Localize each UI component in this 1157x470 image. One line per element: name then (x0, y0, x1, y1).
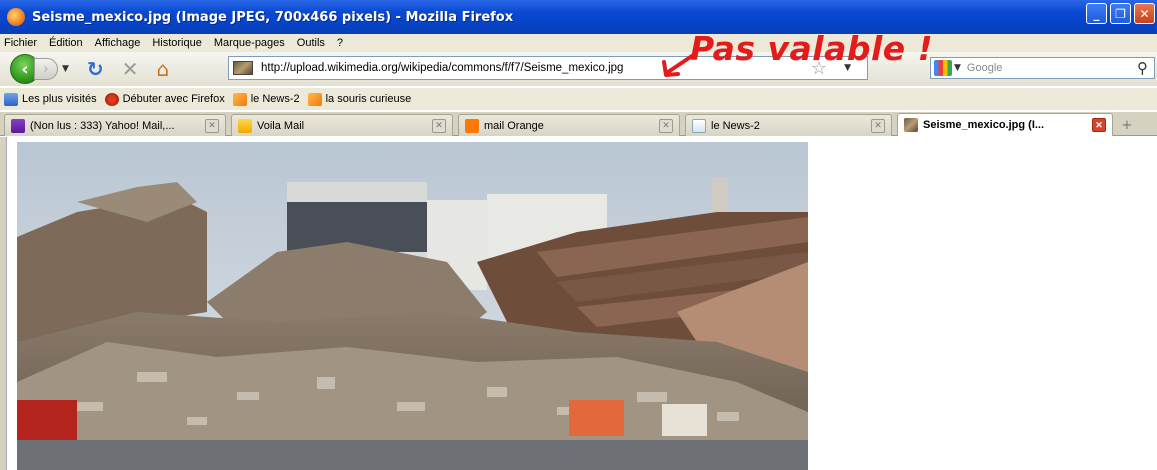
menu-fichier[interactable]: Fichier (4, 37, 37, 49)
sidebar-edge (0, 137, 7, 470)
tab-label: le News-2 (711, 119, 760, 132)
bookmark-label: Les plus visités (22, 93, 97, 105)
tab-voila-mail[interactable]: Voila Mail ✕ (231, 114, 453, 136)
rss-icon (232, 92, 247, 106)
tab-mail-orange[interactable]: mail Orange ✕ (458, 114, 680, 136)
tab-close-icon[interactable]: ✕ (659, 118, 673, 133)
firefox-logo-icon (7, 8, 25, 26)
reload-icon[interactable]: ↻ (87, 57, 104, 81)
rss-icon (307, 92, 322, 106)
title-bar: Seisme_mexico.jpg (Image JPEG, 700x466 p… (0, 0, 1157, 34)
bookmark-label: le News-2 (250, 93, 300, 105)
bookmark-label: la souris curieuse (325, 93, 412, 105)
bookmark-le-news-2[interactable]: le News-2 (232, 92, 300, 106)
tab-bar: (Non lus : 333) Yahoo! Mail,... ✕ Voila … (0, 112, 1157, 136)
bookmark-label: Débuter avec Firefox (122, 93, 225, 105)
tab-close-icon[interactable]: ✕ (871, 118, 885, 133)
voila-icon (238, 118, 252, 133)
navigation-toolbar: ‹ › ▼ ↻ ✕ ⌂ http://upload.wikimedia.org/… (0, 52, 1157, 86)
orange-icon (465, 118, 479, 133)
search-engine-dropdown-icon[interactable]: ▼ (954, 63, 961, 73)
menu-marque-pages[interactable]: Marque-pages (214, 37, 285, 49)
browser-window: Seisme_mexico.jpg (Image JPEG, 700x466 p… (0, 0, 1157, 470)
maximize-button[interactable]: ❐ (1110, 3, 1131, 24)
close-button[interactable]: ✕ (1134, 3, 1155, 24)
tab-le-news-2[interactable]: le News-2 ✕ (685, 114, 892, 136)
menu-edition[interactable]: Édition (49, 37, 83, 49)
content-area (0, 137, 1157, 470)
menu-historique[interactable]: Historique (152, 37, 202, 49)
search-input[interactable]: Google (967, 62, 1002, 74)
folder-icon (4, 92, 18, 106)
history-dropdown-icon[interactable]: ▼ (62, 64, 69, 74)
bookmarks-toolbar: Les plus visités Débuter avec Firefox le… (0, 88, 1157, 110)
window-controls: _ ❐ ✕ (1086, 3, 1155, 24)
tab-close-icon[interactable]: ✕ (1092, 118, 1106, 132)
new-tab-icon[interactable]: + (1118, 116, 1136, 134)
tab-label: Voila Mail (257, 119, 305, 132)
search-icon[interactable]: ⚲ (1137, 59, 1148, 77)
menu-aide[interactable]: ? (337, 37, 343, 49)
url-text[interactable]: http://upload.wikimedia.org/wikipedia/co… (261, 62, 623, 74)
window-title: Seisme_mexico.jpg (Image JPEG, 700x466 p… (32, 9, 514, 25)
menu-bar: Fichier Édition Affichage Historique Mar… (0, 34, 1157, 52)
tab-close-icon[interactable]: ✕ (432, 118, 446, 133)
forward-button[interactable]: › (34, 58, 58, 80)
page-favicon-icon (233, 61, 253, 75)
annotation-text: Pas valable ! (690, 29, 934, 68)
minimize-button[interactable]: _ (1086, 3, 1107, 24)
google-engine-icon[interactable] (934, 60, 952, 76)
news-icon (692, 118, 706, 133)
tab-label: (Non lus : 333) Yahoo! Mail,... (30, 119, 175, 132)
menu-outils[interactable]: Outils (297, 37, 325, 49)
firefox-icon (104, 92, 119, 106)
image-favicon-icon (904, 118, 918, 132)
tab-yahoo-mail[interactable]: (Non lus : 333) Yahoo! Mail,... ✕ (4, 114, 226, 136)
tab-close-icon[interactable]: ✕ (205, 118, 219, 133)
menu-affichage[interactable]: Affichage (95, 37, 141, 49)
tab-seisme-mexico[interactable]: Seisme_mexico.jpg (I... ✕ (897, 113, 1113, 136)
tab-label: Seisme_mexico.jpg (I... (923, 119, 1045, 131)
bookmark-la-souris-curieuse[interactable]: la souris curieuse (307, 92, 412, 106)
yahoo-icon (11, 118, 25, 133)
tab-label: mail Orange (484, 119, 544, 132)
search-box[interactable]: ▼ Google ⚲ (930, 57, 1155, 79)
home-icon[interactable]: ⌂ (156, 57, 169, 81)
earthquake-rubble-image (17, 142, 808, 470)
stop-icon[interactable]: ✕ (122, 57, 139, 81)
bookmark-les-plus-visites[interactable]: Les plus visités (4, 92, 97, 106)
bookmark-debuter-avec-firefox[interactable]: Débuter avec Firefox (104, 92, 225, 106)
